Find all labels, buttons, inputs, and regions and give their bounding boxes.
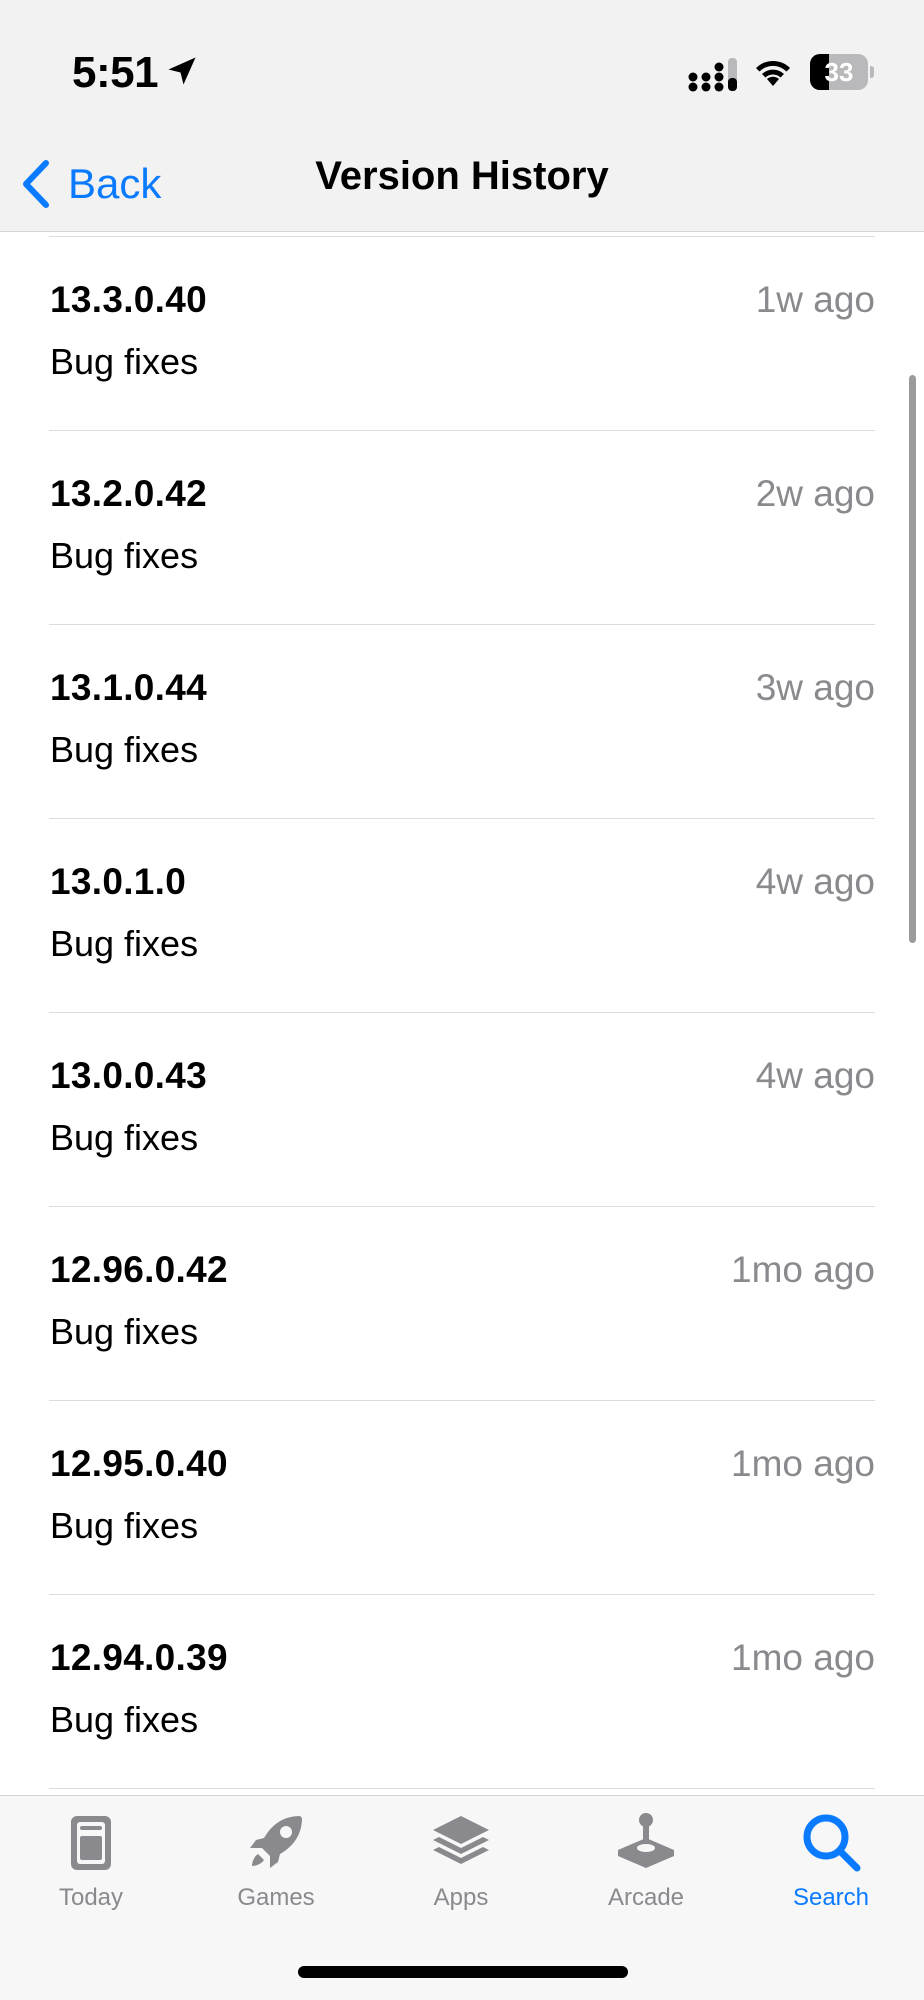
battery-level: 33	[824, 57, 854, 87]
version-notes: Bug fixes	[50, 341, 199, 382]
version-notes: Bug fixes	[50, 535, 199, 576]
version-row[interactable]: 13.0.1.0 4w ago Bug fixes	[49, 819, 875, 1013]
version-row[interactable]: 13.2.0.42 2w ago Bug fixes	[49, 431, 875, 625]
tab-label: Games	[237, 1884, 315, 1911]
version-notes: Bug fixes	[50, 1505, 199, 1546]
version-row[interactable]: 13.0.0.43 4w ago Bug fixes	[49, 1013, 875, 1207]
layers-icon	[433, 1816, 489, 1864]
tab-label: Apps	[433, 1884, 489, 1911]
version-date: 4w ago	[755, 1055, 875, 1096]
screen: 5:51 33 Back Version History 13.3.0.40 1…	[0, 0, 924, 2000]
version-date: 2w ago	[755, 473, 875, 514]
search-icon	[803, 1814, 861, 1872]
version-history-list[interactable]: 13.3.0.40 1w ago Bug fixes 13.2.0.42 2w ago B…	[0, 233, 924, 1795]
tab-search[interactable]: Search	[761, 1810, 901, 1930]
page-title: Version History	[315, 154, 609, 198]
tab-apps[interactable]: Apps	[391, 1810, 531, 1930]
version-date: 4w ago	[755, 861, 875, 902]
version-notes: Bug fixes	[50, 1117, 199, 1158]
version-list: 13.3.0.40 1w ago Bug fixes 13.2.0.42 2w ago B…	[0, 237, 924, 1789]
version-notes: Bug fixes	[50, 1699, 199, 1740]
tab-games[interactable]: Games	[206, 1810, 346, 1930]
version-row[interactable]: 13.1.0.44 3w ago Bug fixes	[49, 625, 875, 819]
version-number: 13.1.0.44	[50, 667, 208, 708]
navigation-bar: Back Version History	[0, 140, 924, 232]
scroll-indicator[interactable]	[909, 375, 916, 943]
tab-label: Today	[58, 1884, 124, 1911]
location-arrow-icon	[168, 57, 196, 85]
version-number: 12.96.0.42	[50, 1249, 228, 1290]
tab-arcade[interactable]: Arcade	[576, 1810, 716, 1930]
version-number: 13.0.1.0	[50, 861, 187, 902]
version-number: 13.3.0.40	[50, 279, 208, 320]
version-number: 13.2.0.42	[50, 473, 208, 514]
version-number: 12.94.0.39	[50, 1637, 228, 1678]
joystick-icon	[618, 1813, 674, 1868]
tab-label: Search	[792, 1884, 870, 1911]
version-notes: Bug fixes	[50, 729, 199, 770]
version-number: 13.0.0.43	[50, 1055, 208, 1096]
wifi-icon	[756, 60, 790, 86]
version-row[interactable]: 12.94.0.39 1mo ago Bug fixes	[49, 1595, 875, 1789]
version-number: 12.95.0.40	[50, 1443, 228, 1484]
version-date: 1mo ago	[731, 1637, 875, 1678]
version-date: 1w ago	[755, 279, 875, 320]
tab-today[interactable]: Today	[21, 1810, 161, 1930]
version-date: 3w ago	[755, 667, 875, 708]
version-row[interactable]: 13.3.0.40 1w ago Bug fixes	[49, 237, 875, 431]
tab-label: Arcade	[607, 1884, 685, 1911]
version-notes: Bug fixes	[50, 1311, 199, 1352]
version-row[interactable]: 12.95.0.40 1mo ago Bug fixes	[49, 1401, 875, 1595]
version-row[interactable]: 12.96.0.42 1mo ago Bug fixes	[49, 1207, 875, 1401]
rocket-icon	[250, 1816, 302, 1868]
home-indicator[interactable]	[298, 1966, 628, 1978]
status-time: 5:51	[72, 48, 159, 97]
today-icon	[71, 1816, 111, 1870]
version-date: 1mo ago	[731, 1249, 875, 1290]
battery-icon: 33	[810, 54, 874, 90]
status-bar: 5:51 33	[0, 0, 924, 140]
version-date: 1mo ago	[731, 1443, 875, 1484]
cellular-signal-icon	[688, 58, 737, 92]
version-notes: Bug fixes	[50, 923, 199, 964]
